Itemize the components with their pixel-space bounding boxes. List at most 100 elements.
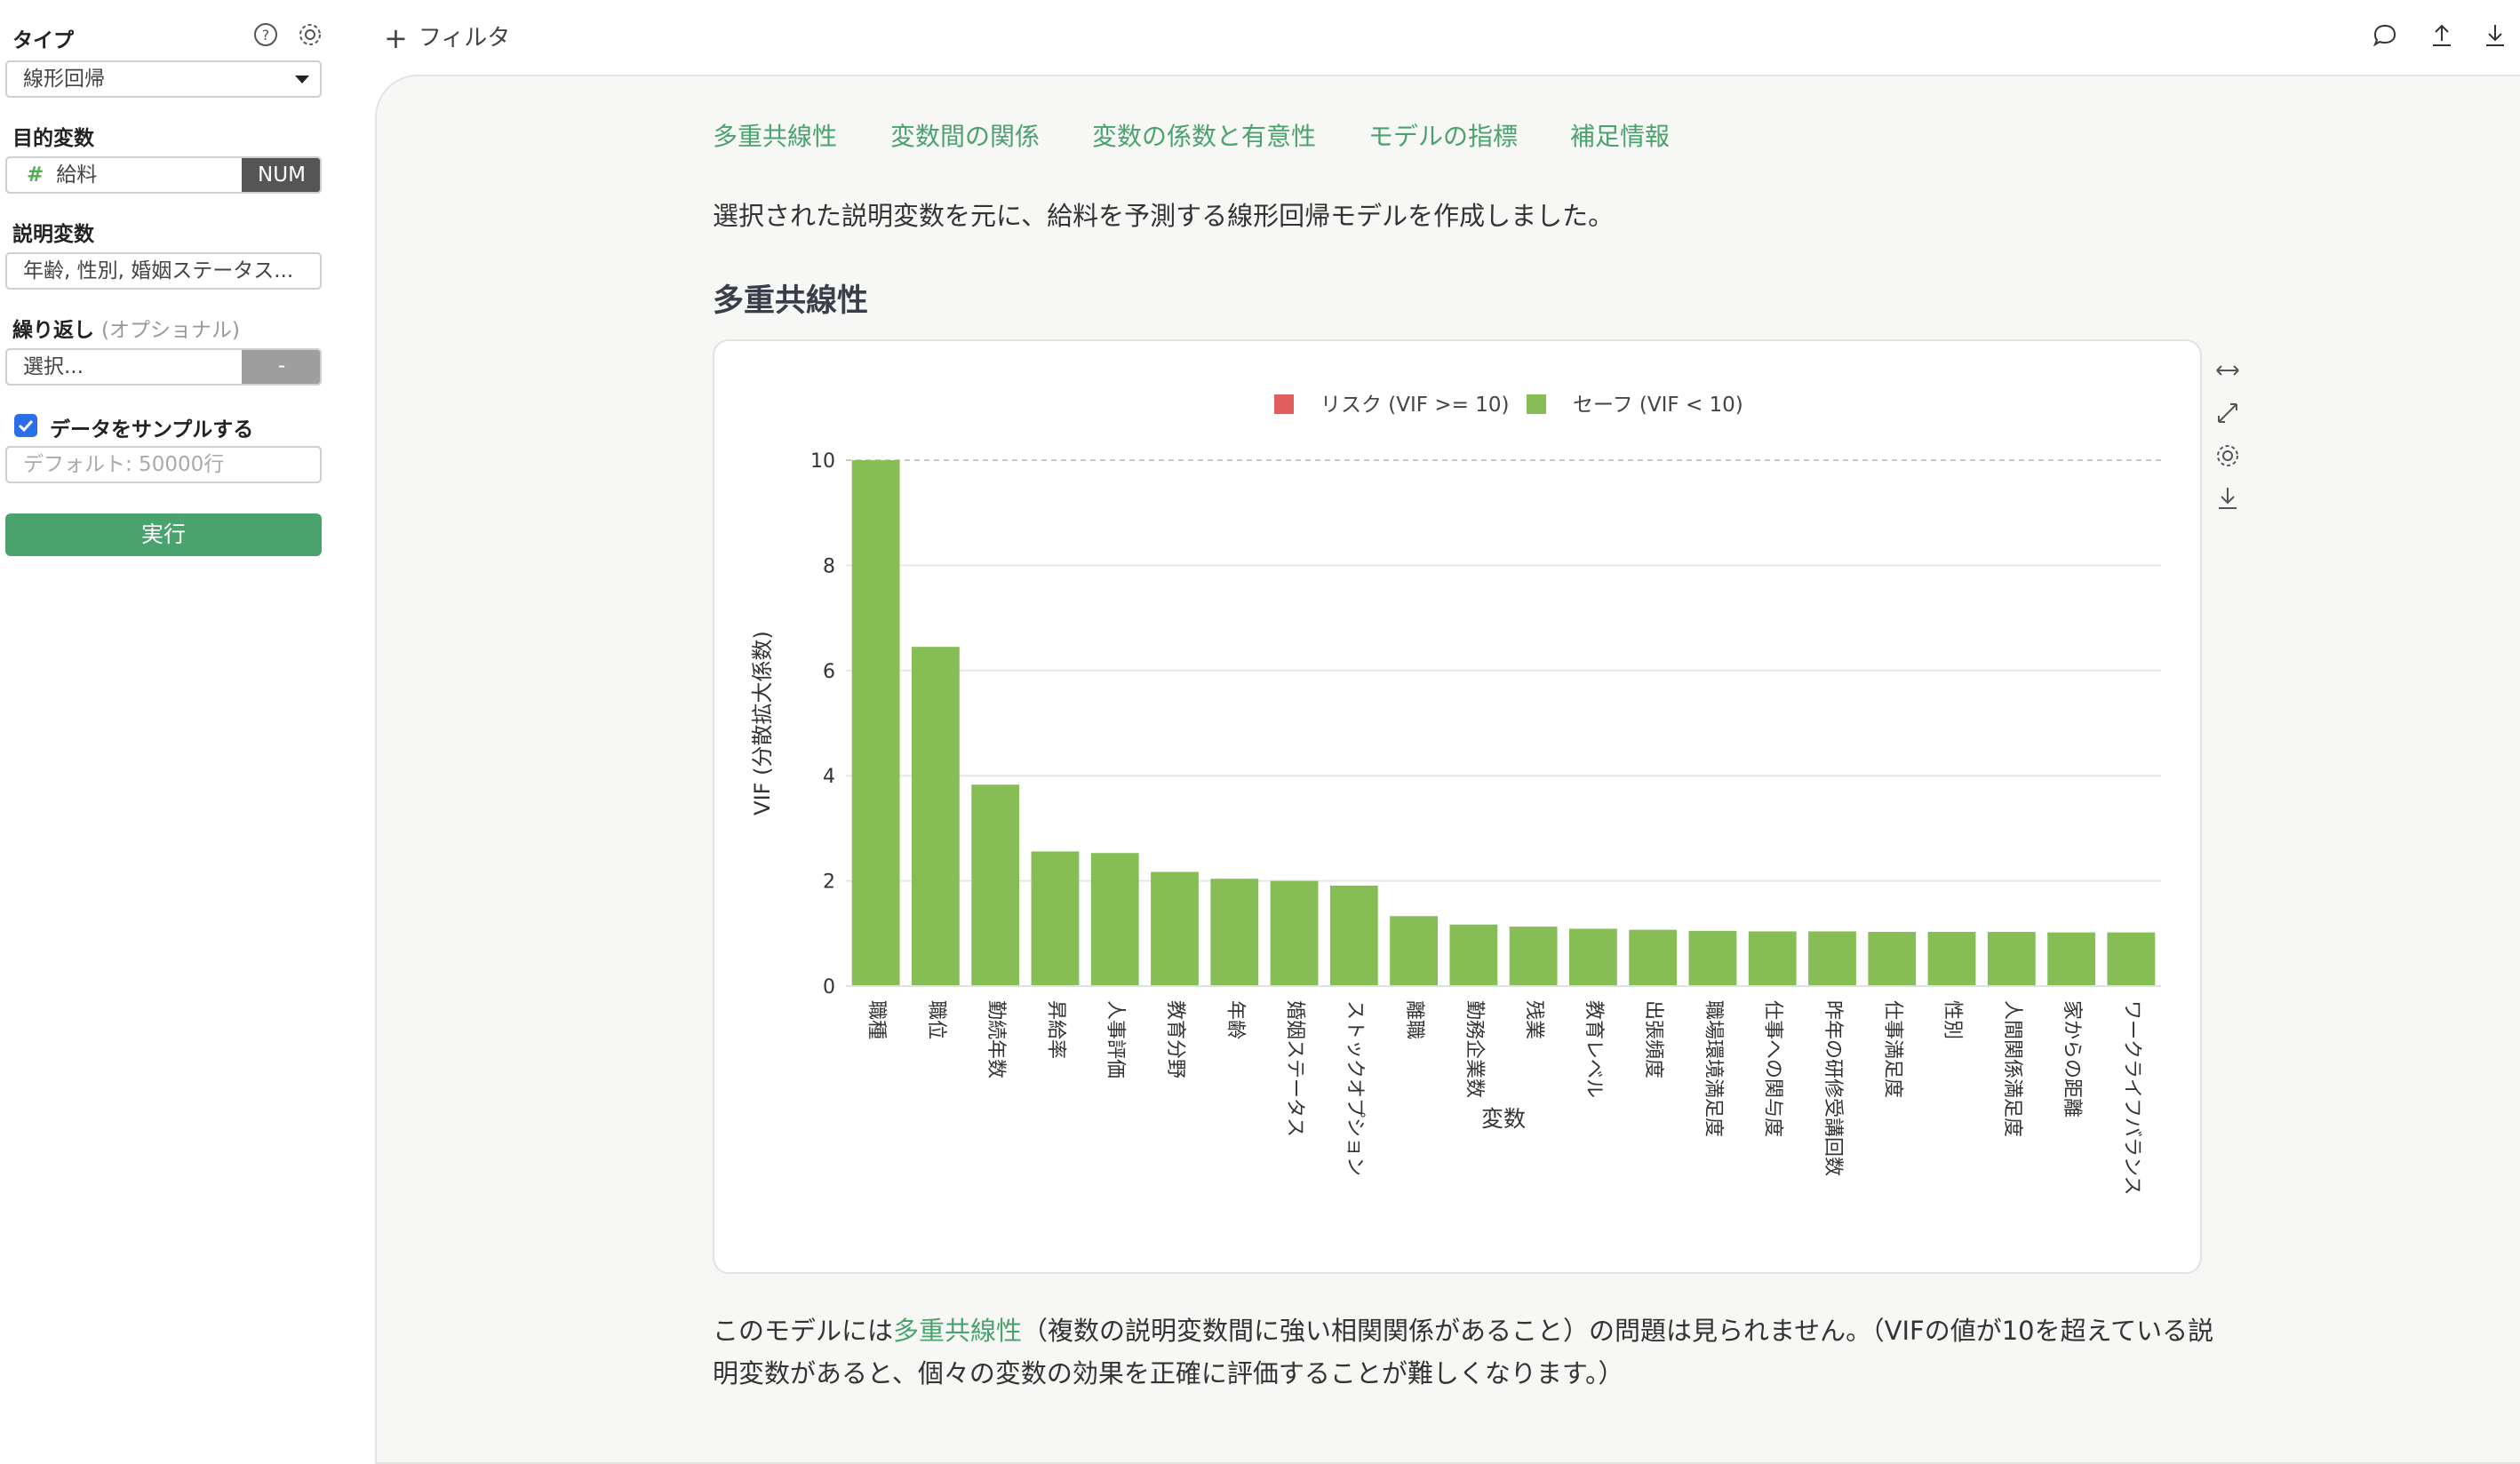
download-icon[interactable] xyxy=(2481,21,2509,50)
x-tick-label: 離職 xyxy=(1403,1000,1425,1039)
x-tick-label: 人事評価 xyxy=(1104,1000,1127,1078)
bar xyxy=(1927,932,1976,986)
y-tick-label: 8 xyxy=(823,555,835,577)
x-axis-title: 変数 xyxy=(1481,1106,1526,1132)
legend-swatch xyxy=(1527,394,1546,414)
settings-icon[interactable] xyxy=(2213,441,2243,471)
bar xyxy=(971,784,1020,986)
tab-supplementary[interactable]: 補足情報 xyxy=(1570,117,1670,153)
tab-variable-relations[interactable]: 変数間の関係 xyxy=(890,117,1040,153)
type-label: タイプ xyxy=(12,29,74,52)
bar xyxy=(1329,885,1378,986)
y-tick-label: 10 xyxy=(810,450,835,473)
comment-icon[interactable] xyxy=(2371,21,2399,50)
repeat-label: 繰り返し (オプショナル) xyxy=(12,313,240,343)
chart-card: 0 2 4 6 8 10 職種 職位 勤続年数 昇給率 人事評価 教育分野 年齢 婚姻ステータス ストックオ… xyxy=(713,339,2202,1274)
bar xyxy=(1449,924,1498,986)
filter-label: フィルタ xyxy=(418,25,511,52)
x-tick-label: 年齢 xyxy=(1224,1000,1246,1039)
bar xyxy=(1987,932,2036,986)
sample-checkbox[interactable] xyxy=(14,414,37,437)
x-tick-label: 昇給率 xyxy=(1044,1000,1066,1059)
legend-label: セーフ (VIF < 10) xyxy=(1573,394,1743,417)
multicollinearity-link[interactable]: 多重共線性 xyxy=(893,1316,1022,1346)
run-button[interactable]: 実行 xyxy=(5,513,322,556)
upload-icon[interactable] xyxy=(2428,21,2456,50)
x-tick-label: 仕事への関与度 xyxy=(1762,1000,1784,1137)
x-tick-label: 昨年の研修受講回数 xyxy=(1822,1000,1844,1176)
repeat-optional-note: (オプショナル) xyxy=(101,319,240,342)
help-icon[interactable]: ? xyxy=(252,21,279,48)
bar xyxy=(1688,930,1737,986)
footer-explanation: このモデルには多重共線性（複数の説明変数間に強い相関関係があること）の問題は見ら… xyxy=(713,1309,2223,1395)
vif-bar-chart: 0 2 4 6 8 10 職種 職位 勤続年数 昇給率 人事評価 教育分野 年齢 婚姻ステータス ストックオ… xyxy=(750,394,2161,1196)
x-tick-label: 教育分野 xyxy=(1164,1000,1186,1078)
bar xyxy=(851,460,900,986)
fullscreen-icon[interactable] xyxy=(2213,398,2243,428)
explanatory-label: 説明変数 xyxy=(12,223,94,246)
bar xyxy=(1270,880,1319,986)
bar xyxy=(1748,931,1797,986)
x-tick-label: 仕事満足度 xyxy=(1881,1000,1903,1098)
legend-label: リスク (VIF >= 10) xyxy=(1320,394,1509,417)
add-filter-button[interactable]: + フィルタ xyxy=(384,20,510,55)
x-tick-label: 性別 xyxy=(1942,1000,1964,1039)
chevron-down-icon xyxy=(295,76,309,84)
bar xyxy=(2107,932,2156,986)
plus-icon: + xyxy=(384,21,408,55)
svg-text:?: ? xyxy=(262,27,270,44)
x-tick-label: 人間関係満足度 xyxy=(2001,1000,2023,1137)
y-tick-label: 0 xyxy=(823,976,835,999)
check-icon xyxy=(18,419,34,433)
type-badge: NUM xyxy=(242,158,320,192)
x-tick-label: 勤続年数 xyxy=(985,1000,1007,1078)
bar xyxy=(1569,928,1617,986)
tab-model-metrics[interactable]: モデルの指標 xyxy=(1368,117,1518,153)
type-select[interactable]: 線形回帰 xyxy=(5,60,322,98)
type-select-value: 線形回帰 xyxy=(23,68,105,91)
y-tick-label: 6 xyxy=(823,661,835,683)
repeat-label-text: 繰り返し xyxy=(12,319,94,342)
x-tick-label: 残業 xyxy=(1523,1000,1545,1039)
sample-label: データをサンプルする xyxy=(50,418,254,442)
bar xyxy=(1090,853,1139,986)
x-tick-label: ワークライフバランス xyxy=(2120,1000,2142,1196)
expand-horizontal-icon[interactable] xyxy=(2213,355,2243,386)
target-value: 給料 xyxy=(56,163,98,187)
intro-text: 選択された説明変数を元に、給料を予測する線形回帰モデルを作成しました。 xyxy=(713,201,1615,231)
x-tick-label: 婚姻ステータス xyxy=(1284,1000,1306,1137)
bar xyxy=(1031,851,1080,986)
target-label: 目的変数 xyxy=(12,127,94,150)
y-axis-title: VIF (分散拡大係数) xyxy=(750,631,775,816)
download-icon[interactable] xyxy=(2213,483,2243,513)
tab-coefficients[interactable]: 変数の係数と有意性 xyxy=(1092,117,1316,153)
x-tick-label: 出張頻度 xyxy=(1642,1000,1664,1078)
x-tick-label: ストックオプション xyxy=(1344,1000,1366,1176)
tab-multicollinearity[interactable]: 多重共線性 xyxy=(713,117,837,153)
bar xyxy=(912,647,960,986)
x-tick-label: 教育レベル xyxy=(1583,1000,1605,1098)
bar xyxy=(1808,931,1856,986)
y-tick-label: 2 xyxy=(823,871,835,894)
target-field[interactable]: # 給料 NUM xyxy=(5,156,322,194)
bar xyxy=(2047,932,2095,986)
repeat-placeholder: 選択... xyxy=(23,355,84,378)
y-tick-label: 4 xyxy=(823,766,835,788)
legend-swatch xyxy=(1274,394,1294,414)
numeric-type-icon: # xyxy=(27,163,44,187)
x-tick-label: 職場環境満足度 xyxy=(1702,1000,1724,1137)
sample-size-input[interactable]: デフォルト: 50000行 xyxy=(5,446,322,483)
repeat-clear-button[interactable]: - xyxy=(242,350,320,384)
x-tick-label: 勤務企業数 xyxy=(1463,1000,1485,1098)
settings-icon[interactable] xyxy=(297,21,323,48)
bar xyxy=(1210,879,1259,986)
explanatory-field[interactable]: 年齢, 性別, 婚姻ステータス... xyxy=(5,252,322,290)
bar xyxy=(1390,916,1438,986)
repeat-select[interactable]: 選択... - xyxy=(5,348,322,386)
bar xyxy=(1868,932,1917,986)
x-tick-label: 家からの距離 xyxy=(2061,1000,2083,1118)
bar xyxy=(1509,927,1558,986)
footer-text-before: このモデルには xyxy=(713,1316,894,1346)
bar xyxy=(1151,871,1199,986)
section-title: 多重共線性 xyxy=(713,283,869,319)
